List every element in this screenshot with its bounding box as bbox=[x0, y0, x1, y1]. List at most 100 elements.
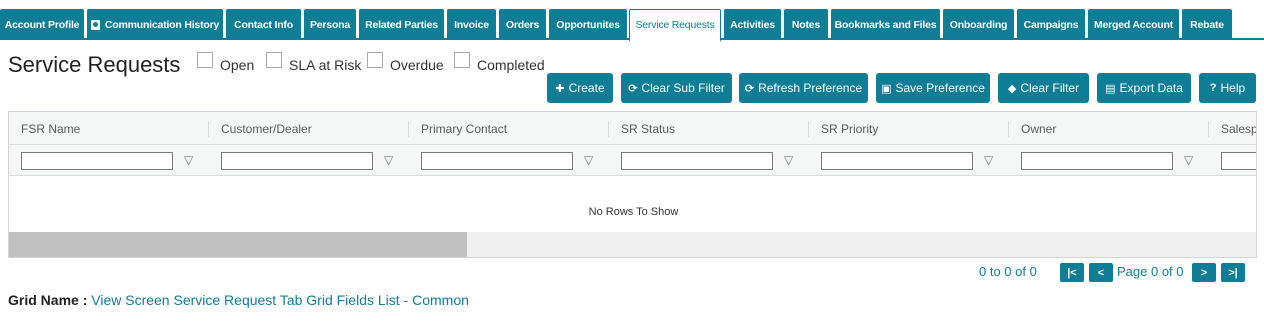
last-page-button[interactable]: >| bbox=[1221, 263, 1245, 282]
clear-sub-filter-button[interactable]: ⟳ Clear Sub Filter bbox=[621, 73, 732, 103]
grid-name-value[interactable]: View Screen Service Request Tab Grid Fie… bbox=[91, 292, 469, 308]
filter-completed[interactable]: Completed bbox=[454, 52, 545, 75]
tab-label: Activities bbox=[730, 18, 775, 31]
refresh-preference-button[interactable]: ⟳ Refresh Preference bbox=[739, 73, 868, 103]
tab-label: Rebate bbox=[1190, 18, 1224, 31]
tab-label: Invoice bbox=[454, 18, 489, 31]
column-header-sr-priority[interactable]: SR Priority bbox=[809, 112, 878, 145]
filter-icon[interactable]: ▽ bbox=[584, 153, 593, 167]
tab-bookmarks-and-files[interactable]: Bookmarks and Files bbox=[831, 9, 940, 40]
clear-sub-filter-label: Clear Sub Filter bbox=[641, 81, 725, 95]
tab-opportunites[interactable]: Opportunites bbox=[549, 9, 627, 40]
file-export-icon: ▤ bbox=[1105, 82, 1116, 95]
owner-filter-input[interactable] bbox=[1021, 152, 1173, 170]
tab-label: Communication History bbox=[104, 18, 220, 31]
sr-status-filter-input[interactable] bbox=[621, 152, 773, 170]
first-page-button[interactable]: |< bbox=[1060, 263, 1084, 282]
service-requests-grid: FSR Name Customer/Dealer Primary Contact… bbox=[8, 111, 1257, 258]
tab-rebate[interactable]: Rebate bbox=[1182, 9, 1232, 40]
page-title: Service Requests bbox=[8, 52, 181, 77]
tab-label: Account Profile bbox=[4, 18, 80, 31]
filter-icon[interactable]: ▽ bbox=[384, 153, 393, 167]
column-header-primary-contact[interactable]: Primary Contact bbox=[409, 112, 507, 145]
filter-open[interactable]: Open bbox=[197, 52, 255, 75]
column-header-customer-dealer[interactable]: Customer/Dealer bbox=[209, 112, 312, 145]
create-button[interactable]: ✚ Create bbox=[547, 73, 613, 103]
filter-icon[interactable]: ▽ bbox=[784, 153, 793, 167]
tab-label: Opportunites bbox=[556, 18, 620, 31]
tab-account-profile[interactable]: Account Profile bbox=[0, 9, 84, 40]
sr-priority-filter-input[interactable] bbox=[821, 152, 973, 170]
export-data-button[interactable]: ▤ Export Data bbox=[1097, 73, 1191, 103]
horizontal-scrollbar[interactable] bbox=[9, 232, 1256, 257]
completed-checkbox[interactable] bbox=[454, 52, 470, 68]
previous-page-button[interactable]: < bbox=[1089, 263, 1113, 282]
overdue-checkbox[interactable] bbox=[367, 52, 383, 68]
tab-label: Bookmarks and Files bbox=[834, 18, 937, 31]
open-label: Open bbox=[220, 57, 255, 73]
filter-icon[interactable]: ▽ bbox=[1184, 153, 1193, 167]
save-icon: ▣ bbox=[881, 82, 892, 95]
question-icon: ? bbox=[1209, 82, 1217, 94]
completed-label: Completed bbox=[477, 57, 545, 73]
tab-communication-history[interactable]: Communication History bbox=[87, 9, 223, 40]
tab-contact-info[interactable]: Contact Info bbox=[226, 9, 301, 40]
tab-campaigns[interactable]: Campaigns bbox=[1017, 9, 1085, 40]
column-header-fsr-name[interactable]: FSR Name bbox=[9, 112, 80, 145]
tab-merged-account[interactable]: Merged Account bbox=[1088, 9, 1179, 40]
tab-label: Campaigns bbox=[1023, 18, 1079, 31]
empty-grid-message: No Rows To Show bbox=[588, 206, 679, 218]
tab-label: Service Requests bbox=[635, 19, 715, 31]
eraser-icon: ◆ bbox=[1007, 82, 1017, 95]
sla-at-risk-checkbox[interactable] bbox=[266, 52, 282, 68]
help-label: Help bbox=[1220, 81, 1246, 95]
save-preference-button[interactable]: ▣ Save Preference bbox=[876, 73, 990, 103]
pager-page-text: Page 0 of 0 bbox=[1117, 264, 1184, 279]
column-header-sr-status[interactable]: SR Status bbox=[609, 112, 675, 145]
tab-orders[interactable]: Orders bbox=[499, 9, 546, 40]
filter-icon[interactable]: ▽ bbox=[984, 153, 993, 167]
scrollbar-thumb[interactable] bbox=[9, 232, 467, 257]
tab-onboarding[interactable]: Onboarding bbox=[943, 9, 1014, 40]
tab-label: Contact Info bbox=[234, 18, 293, 31]
primary-contact-filter-input[interactable] bbox=[421, 152, 573, 170]
refresh-preference-label: Refresh Preference bbox=[758, 81, 863, 95]
filter-overdue[interactable]: Overdue bbox=[367, 52, 444, 75]
grid-name-label: Grid Name : bbox=[8, 292, 88, 308]
salesperson-filter-input[interactable] bbox=[1221, 152, 1256, 170]
tab-label: Onboarding bbox=[949, 18, 1008, 31]
help-button[interactable]: ? Help bbox=[1199, 73, 1256, 103]
column-header-salesperson[interactable]: Salesperson bbox=[1209, 112, 1256, 145]
save-preference-label: Save Preference bbox=[895, 81, 985, 95]
export-data-label: Export Data bbox=[1119, 81, 1183, 95]
tab-related-parties[interactable]: Related Parties bbox=[359, 9, 444, 40]
grid-filter-row: ▽ ▽ ▽ ▽ ▽ ▽ bbox=[9, 145, 1256, 176]
filter-icon[interactable]: ▽ bbox=[184, 153, 193, 167]
clear-filter-button[interactable]: ◆ Clear Filter bbox=[998, 73, 1089, 103]
tab-activities[interactable]: Activities bbox=[724, 9, 781, 40]
open-checkbox[interactable] bbox=[197, 52, 213, 68]
last-page-icon: >| bbox=[1228, 266, 1238, 279]
pager-summary: 0 to 0 of 0 bbox=[979, 264, 1037, 279]
tab-service-requests[interactable]: Service Requests bbox=[629, 9, 721, 42]
next-page-button[interactable]: > bbox=[1192, 263, 1216, 282]
refresh-icon: ⟳ bbox=[628, 82, 638, 95]
first-page-icon: |< bbox=[1067, 266, 1077, 279]
filter-sla-at-risk[interactable]: SLA at Risk bbox=[266, 52, 362, 75]
tab-label: Persona bbox=[309, 18, 351, 31]
fsr-name-filter-input[interactable] bbox=[21, 152, 173, 170]
tab-label: Merged Account bbox=[1093, 18, 1174, 31]
tab-invoice[interactable]: Invoice bbox=[447, 9, 496, 40]
grid-name: Grid Name : View Screen Service Request … bbox=[8, 292, 469, 308]
tab-label: Orders bbox=[505, 18, 540, 31]
chevron-right-icon: > bbox=[1200, 266, 1208, 279]
refresh-icon: ⟳ bbox=[744, 82, 755, 95]
customer-dealer-filter-input[interactable] bbox=[221, 152, 373, 170]
column-header-owner[interactable]: Owner bbox=[1009, 112, 1056, 145]
sla-at-risk-label: SLA at Risk bbox=[289, 57, 362, 73]
tab-notes[interactable]: Notes bbox=[784, 9, 828, 40]
chevron-left-icon: < bbox=[1097, 266, 1105, 279]
create-label: Create bbox=[568, 81, 605, 95]
tab-persona[interactable]: Persona bbox=[304, 9, 356, 40]
grid-header-row: FSR Name Customer/Dealer Primary Contact… bbox=[9, 112, 1256, 145]
